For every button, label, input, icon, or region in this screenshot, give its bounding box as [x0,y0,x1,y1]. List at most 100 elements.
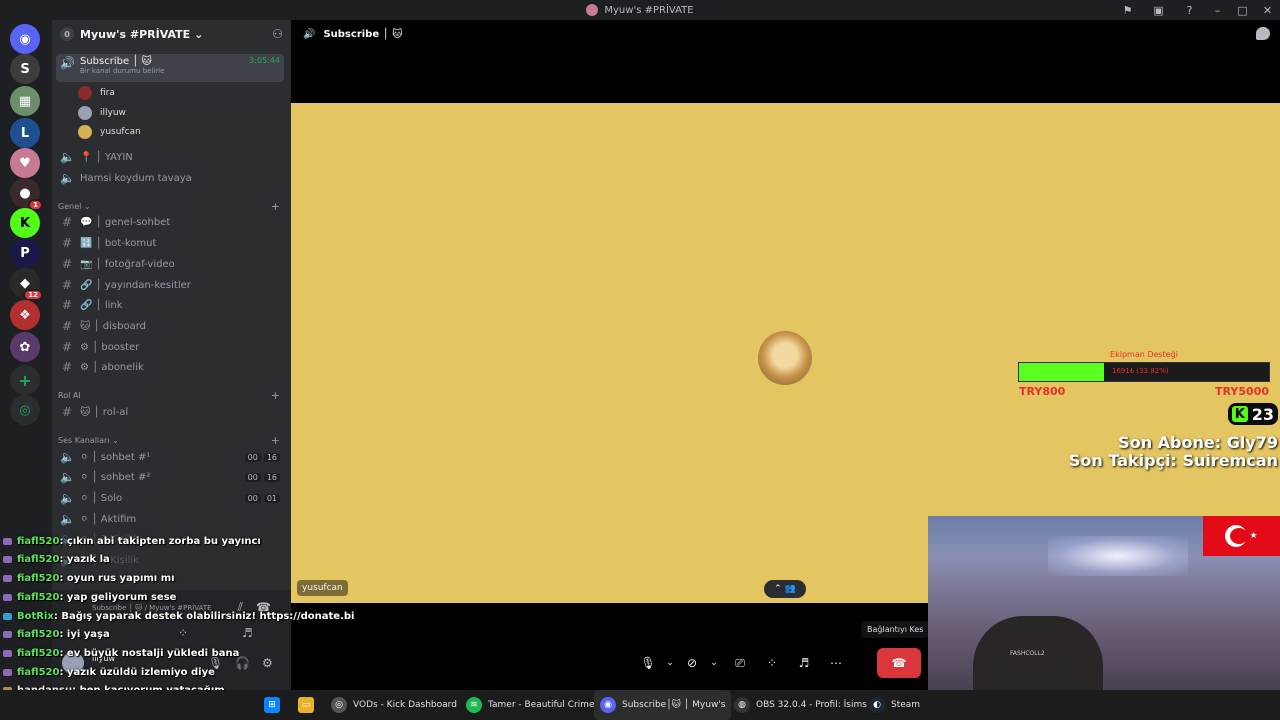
chat-text: : ev büyük nostalji yükledi bana [59,648,240,659]
title-bar: Myuw's #PRİVATE ⚑ ▣ ? – □ ✕ [0,0,1280,20]
text-channel[interactable]: # 💬 │ genel-sohbet [56,212,284,232]
hash-icon: # [61,360,73,374]
chat-badge-icon [3,575,12,582]
category-ses[interactable]: Ses Kanalları ⌄ + [58,434,280,447]
camera-off-icon[interactable]: ⊘ [680,648,704,678]
channel-name: │ sohbet #¹ [91,451,151,463]
donation-max: TRY5000 [1215,385,1269,398]
start-button[interactable]: ⊞ [258,690,286,720]
inbox-icon[interactable]: ⚑ [1112,0,1143,20]
hash-icon: # [61,257,73,271]
channel-status[interactable]: Bir kanal durumu belirle [80,67,164,75]
explore-icon[interactable]: ◎ [10,395,40,425]
voice-channel[interactable]: 🔈 ⚪ │ Solo 00 01 [56,488,284,508]
chat-badge-icon [3,631,12,638]
soundboard-icon[interactable]: ♬ [788,648,820,678]
kick-server-icon[interactable]: K [10,208,40,238]
text-channel[interactable]: # 🔗 │ link [56,295,284,315]
chat-badge-icon [3,538,12,545]
voice-user[interactable]: fira [78,84,115,102]
disconnect-button[interactable]: ☎ [877,648,921,678]
help-icon[interactable]: ? [1174,0,1205,20]
voice-channel[interactable]: 🔈 Hamsi koydum tavaya [56,168,284,188]
speaker-icon: 🔈 [60,512,75,526]
chevron-down-icon[interactable]: ⌄ [704,648,724,678]
category-rol[interactable]: Rol Al + [58,389,280,402]
guild-header[interactable]: 0 Myuw's #PRİVATE ⌄ ⚇ [52,20,291,48]
text-channel[interactable]: # 🔢 │ bot-komut [56,233,284,253]
chair-logo: FASHCOLL2 [1010,650,1045,657]
text-channel[interactable]: # ⚙ │ abonelik [56,357,284,377]
chat-badge-icon [3,613,12,620]
folder-icon: ▭ [298,697,314,713]
text-channel[interactable]: # 🐱 │ disboard [56,316,284,336]
chat-message: BotRix: Bağış yaparak destek olabilirsin… [3,611,354,622]
server-icon[interactable]: ◆ 12 [10,268,43,301]
voice-channel-active[interactable]: 🔊 Subscribe │ 🐱 Bir kanal durumu belirle… [56,54,284,82]
close-button[interactable]: ✕ [1255,0,1280,20]
taskbar-label: Tamer - Beautiful Crime [488,700,595,710]
minimize-button[interactable]: – [1205,0,1230,20]
server-icon[interactable]: ✿ [10,332,40,362]
speaker-icon: 🔊 [303,28,316,40]
channel-name: Hamsi koydum tavaya [80,172,192,184]
server-icon[interactable]: ▦ [10,86,40,116]
voice-channel[interactable]: 🔈 ⚪ │ sohbet #² 00 16 [56,467,284,487]
show-members-button[interactable]: ⌃ 👥 [764,580,806,598]
text-channel[interactable]: # 🐱 │ rol-al [56,402,284,422]
voice-user[interactable]: yusufcan [78,123,141,141]
text-channel[interactable]: # 📷 │ fotoğraf-video [56,254,284,274]
text-channel[interactable]: # 🔗 │ yayından-kesitler [56,275,284,295]
voice-channel[interactable]: 🔈 ⚪ │ sohbet #¹ 00 16 [56,447,284,467]
windows-icon: ⊞ [264,697,280,713]
stage-header: 🔊 Subscribe │ 🐱 [291,20,1280,48]
voice-channel[interactable]: 🔈 📍 │ YAYIN [56,147,284,167]
chat-badge-icon [3,650,12,657]
voice-user-name: yusufcan [100,127,141,137]
text-channel[interactable]: # ⚙ │ booster [56,337,284,357]
hang-up-icon: ☎ [891,656,907,670]
turkey-flag-icon: ★ [1203,516,1280,556]
voice-channel[interactable]: 🔈 ⚪ │ Aktifim [56,509,284,529]
avatar [78,106,92,120]
add-channel-icon[interactable]: + [271,434,280,447]
chat-icon[interactable] [1256,27,1270,40]
taskbar-item[interactable]: ◉ Subscribe│🐱 │ Myuw's [594,690,732,720]
maximize-button[interactable]: □ [1230,0,1255,20]
screen-icon[interactable]: ▣ [1143,0,1174,20]
taskbar-item[interactable]: ◐ Steam [863,690,926,720]
server-icon[interactable]: S [10,54,40,84]
server-icon[interactable]: L [10,118,40,148]
more-options-icon[interactable]: ⋯ [820,648,852,678]
soundboard-icon[interactable]: ♬ [242,626,253,640]
steam-icon: ◐ [869,697,885,713]
activities-icon[interactable]: ⁘ [756,648,788,678]
server-icon[interactable]: ● 1 [10,178,43,211]
channel-name: │ Aktifim [91,513,137,525]
add-member-icon[interactable]: ⚇ [272,27,283,41]
screen-share-icon[interactable]: ⎚ [724,648,756,678]
mic-icon[interactable]: 🎙 [636,648,660,678]
hash-icon: # [61,405,73,419]
taskbar-item[interactable]: ≋ Tamer - Beautiful Crime [460,690,600,720]
channel-name: │ Solo [91,492,123,504]
activities-icon[interactable]: ⁘ [178,626,188,640]
add-server-icon[interactable]: + [10,365,40,395]
speaker-icon: 🔈 [60,470,75,484]
voice-user[interactable]: illyuw [78,104,126,122]
chat-text: : yap geliyorum sese [59,592,177,603]
taskbar-item[interactable]: ◎ VODs - Kick Dashboard [325,690,463,720]
settings-gear-icon[interactable]: ⚙ [262,656,273,670]
chevron-down-icon[interactable]: ⌄ [660,648,680,678]
server-icon[interactable]: ❖ [10,300,40,330]
kick-count: 23 [1251,404,1274,424]
discord-home-icon[interactable]: ◉ [10,24,40,54]
server-icon[interactable]: ♥ [10,148,40,178]
chat-username: fiafl520 [17,536,60,547]
taskbar-item[interactable]: ◍ OBS 32.0.4 - Profil: İsims [728,690,873,720]
add-channel-icon[interactable]: + [271,389,280,402]
taskbar-label: OBS 32.0.4 - Profil: İsims [756,700,867,710]
chat-username: fiafl520 [17,667,60,678]
server-icon[interactable]: P [10,238,40,268]
file-explorer-button[interactable]: ▭ [292,690,320,720]
